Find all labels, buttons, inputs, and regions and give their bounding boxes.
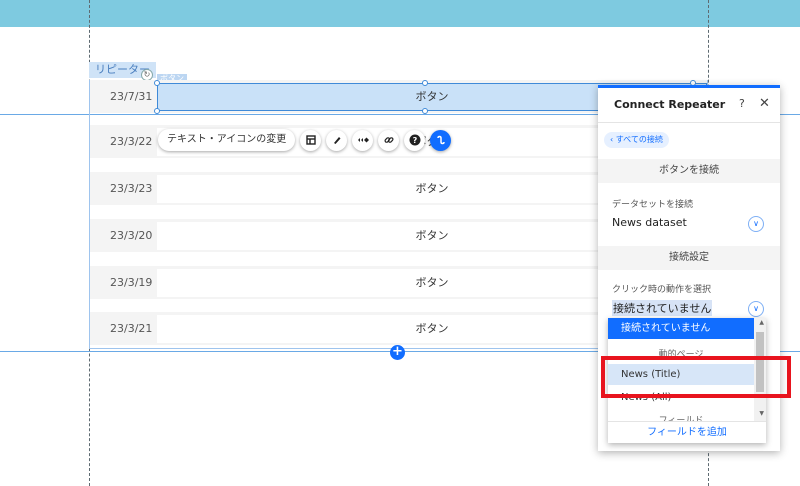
item-date: 23/3/22 — [110, 135, 153, 148]
resize-handle[interactable] — [422, 108, 428, 114]
item-date: 23/3/23 — [110, 182, 153, 195]
dropdown-group-fields: フィールド — [658, 416, 704, 421]
animation-icon[interactable] — [352, 129, 374, 151]
item-date: 23/3/19 — [110, 276, 153, 289]
item-date: 23/3/21 — [110, 322, 153, 335]
item-date: 23/7/31 — [110, 90, 153, 103]
click-action-label: クリック時の動作を選択 — [612, 285, 712, 295]
section-header-connect-button: ボタンを接続 — [598, 159, 780, 183]
all-connections-back-link[interactable]: ‹ すべての接続 — [604, 132, 669, 148]
connect-data-icon[interactable] — [430, 129, 452, 151]
annotation-highlight-box — [601, 356, 791, 398]
header-section-band — [0, 0, 800, 27]
chevron-down-icon[interactable]: ∨ — [748, 216, 764, 232]
divider — [598, 122, 780, 123]
editor-canvas: リピーター ↻ ボタン 23/7/31 ボタン 23/3/22 ボタン 23/3… — [0, 0, 800, 486]
dropdown-option-not-connected[interactable]: 接続されていません — [608, 318, 754, 339]
floating-toolbar: テキスト・アイコンの変更 ? — [158, 129, 452, 151]
chevron-down-icon[interactable]: ∨ — [748, 301, 764, 317]
help-icon[interactable]: ? — [739, 97, 745, 110]
link-icon[interactable] — [378, 129, 400, 151]
click-action-select-value[interactable]: 接続されていません — [612, 300, 713, 316]
section-header-connection-settings: 接続設定 — [598, 246, 780, 270]
change-text-icon-button[interactable]: テキスト・アイコンの変更 — [158, 129, 296, 151]
add-field-link[interactable]: フィールドを追加 — [608, 421, 766, 443]
dataset-label: データセットを接続 — [612, 200, 694, 210]
add-item-button[interactable]: + — [390, 345, 405, 360]
item-date: 23/3/20 — [110, 229, 153, 242]
close-icon[interactable]: ✕ — [759, 96, 770, 111]
scroll-up-icon[interactable]: ▲ — [759, 319, 764, 326]
dataset-select-value[interactable]: News dataset — [612, 216, 687, 229]
resize-handle[interactable] — [154, 108, 160, 114]
design-brush-icon[interactable] — [326, 129, 348, 151]
layout-icon[interactable] — [300, 129, 322, 151]
resize-handle[interactable] — [154, 80, 160, 86]
scroll-down-icon[interactable]: ▼ — [759, 410, 764, 417]
svg-text:?: ? — [412, 136, 417, 145]
panel-title: Connect Repeater — [614, 98, 726, 111]
resize-handle[interactable] — [422, 80, 428, 86]
help-icon[interactable]: ? — [404, 129, 426, 151]
